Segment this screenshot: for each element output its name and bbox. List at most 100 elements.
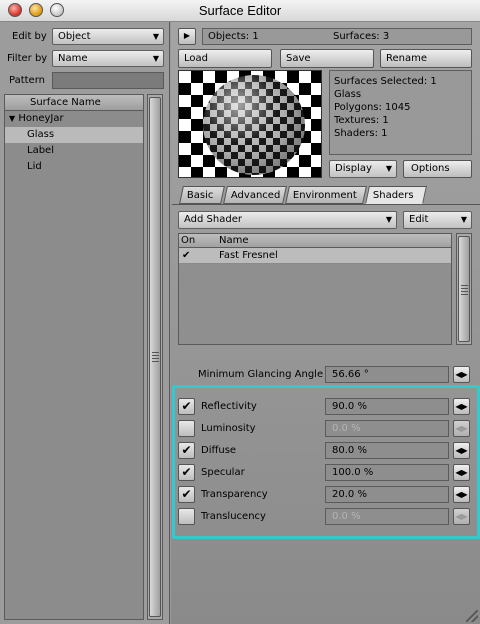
grip-line xyxy=(152,355,159,356)
load-button[interactable]: Load xyxy=(178,49,272,68)
grip-line xyxy=(152,352,159,353)
min-angle-stepper-icon[interactable]: ◀▶ xyxy=(453,366,470,383)
tree-root-honeyjar[interactable]: ▼ HoneyJar xyxy=(5,111,143,127)
left-panel: Edit by Object ▼ Filter by Name ▼ Patter… xyxy=(0,22,170,624)
tree-item-glass[interactable]: Glass xyxy=(5,127,143,143)
diffuse-stepper-icon[interactable]: ◀▶ xyxy=(453,442,470,459)
surface-tree[interactable]: Surface Name ▼ HoneyJar Glass Label Lid xyxy=(4,94,144,620)
surfaces-selected: Surfaces Selected: 1 xyxy=(334,76,437,87)
filter-by-dropdown[interactable]: Name ▼ xyxy=(52,50,164,67)
diffuse-checkbox[interactable]: ✔ xyxy=(178,442,195,459)
edit-dropdown[interactable]: Edit ▼ xyxy=(403,211,472,229)
luminosity-field: 0.0 % xyxy=(325,420,449,437)
chevron-down-icon: ▼ xyxy=(460,215,467,224)
texture-count: Textures: 1 xyxy=(334,115,389,126)
specular-field[interactable]: 100.0 % xyxy=(325,464,449,481)
edit-by-label: Edit by xyxy=(12,31,47,42)
shader-count: Shaders: 1 xyxy=(334,128,388,139)
column-name[interactable]: Name xyxy=(219,235,249,246)
reflectivity-checkbox[interactable]: ✔ xyxy=(178,398,195,415)
options-button[interactable]: Options xyxy=(403,160,472,178)
left-scrollbar-thumb[interactable] xyxy=(149,97,161,617)
specular-checkbox[interactable]: ✔ xyxy=(178,464,195,481)
transparency-checkbox[interactable]: ✔ xyxy=(178,486,195,503)
polygon-count: Polygons: 1045 xyxy=(334,102,411,113)
min-glancing-angle-field[interactable]: 56.66 ° xyxy=(325,366,449,383)
grip-line xyxy=(461,285,468,286)
reflectivity-label: Reflectivity xyxy=(201,401,257,412)
tab-shaders-label: Shaders xyxy=(372,190,414,201)
shader-enabled-check-icon[interactable]: ✔ xyxy=(182,250,190,261)
add-shader-label: Add Shader xyxy=(184,214,242,225)
disclosure-triangle-icon[interactable]: ▼ xyxy=(9,114,15,123)
luminosity-label: Luminosity xyxy=(201,423,256,434)
shader-list-scrollbar[interactable] xyxy=(456,233,472,345)
objects-count: Objects: 1 xyxy=(208,31,259,42)
shader-name: Fast Fresnel xyxy=(219,250,278,261)
tree-item-lid[interactable]: Lid xyxy=(5,159,143,175)
tab-environment-label: Environment xyxy=(292,190,357,201)
transparency-label: Transparency xyxy=(201,489,268,500)
tree-root-label: HoneyJar xyxy=(18,113,64,124)
chevron-down-icon: ▼ xyxy=(152,32,159,41)
grip-line xyxy=(461,291,468,292)
column-on[interactable]: On xyxy=(181,235,195,246)
min-glancing-angle-label: Minimum Glancing Angle xyxy=(198,369,324,380)
translucency-checkbox[interactable] xyxy=(178,508,195,525)
shader-list-header: On Name xyxy=(179,234,451,248)
object-summary: Objects: 1 Surfaces: 3 xyxy=(202,28,472,45)
luminosity-stepper-icon: ◀▶ xyxy=(453,420,470,437)
surfaces-count: Surfaces: 3 xyxy=(333,31,390,42)
chevron-down-icon: ▼ xyxy=(385,215,392,224)
diffuse-label: Diffuse xyxy=(201,445,237,456)
pattern-label: Pattern xyxy=(9,75,45,86)
grip-line xyxy=(461,288,468,289)
filter-by-value: Name xyxy=(58,53,88,64)
display-dropdown[interactable]: Display ▼ xyxy=(329,160,397,178)
shader-list[interactable]: On Name ✔ Fast Fresnel xyxy=(178,233,452,345)
save-button[interactable]: Save xyxy=(280,49,374,68)
translucency-field: 0.0 % xyxy=(325,508,449,525)
shader-row[interactable]: ✔ Fast Fresnel xyxy=(179,248,451,264)
add-shader-dropdown[interactable]: Add Shader ▼ xyxy=(178,211,397,229)
grip-line xyxy=(152,358,159,359)
diffuse-field[interactable]: 80.0 % xyxy=(325,442,449,459)
chevron-down-icon: ▼ xyxy=(152,54,159,63)
surface-info: Surfaces Selected: 1 Glass Polygons: 104… xyxy=(329,70,472,155)
title-bar: Surface Editor xyxy=(0,0,480,22)
translucency-label: Translucency xyxy=(201,511,266,522)
rename-button[interactable]: Rename xyxy=(380,49,472,68)
edit-by-dropdown[interactable]: Object ▼ xyxy=(52,28,164,45)
transparency-stepper-icon[interactable]: ◀▶ xyxy=(453,486,470,503)
edit-by-value: Object xyxy=(58,31,91,42)
left-scrollbar[interactable] xyxy=(147,94,163,620)
tab-advanced[interactable]: Advanced xyxy=(223,186,287,204)
pattern-input[interactable] xyxy=(52,72,164,89)
shader-list-scrollbar-thumb[interactable] xyxy=(458,236,470,342)
luminosity-checkbox[interactable] xyxy=(178,420,195,437)
window-title: Surface Editor xyxy=(198,3,282,18)
surface-name-header[interactable]: Surface Name xyxy=(5,95,143,111)
tab-basic-label: Basic xyxy=(186,190,214,201)
chevron-down-icon: ▼ xyxy=(385,164,392,173)
expand-arrow-button[interactable]: ▶ xyxy=(178,28,196,45)
specular-label: Specular xyxy=(201,467,245,478)
arrow-right-icon: ▶ xyxy=(183,31,191,40)
grip-line xyxy=(461,294,468,295)
reflectivity-field[interactable]: 90.0 % xyxy=(325,398,449,415)
specular-stepper-icon[interactable]: ◀▶ xyxy=(453,464,470,481)
display-label: Display xyxy=(335,163,372,174)
grip-line xyxy=(152,361,159,362)
tab-environment[interactable]: Environment xyxy=(285,186,367,204)
reflectivity-stepper-icon[interactable]: ◀▶ xyxy=(453,398,470,415)
resize-grip-icon[interactable] xyxy=(466,610,478,622)
preview-sphere xyxy=(203,75,305,175)
tab-shaders[interactable]: Shaders xyxy=(365,186,427,204)
tree-item-label[interactable]: Label xyxy=(5,143,143,159)
surface-preview[interactable] xyxy=(178,70,322,178)
edit-label: Edit xyxy=(409,214,429,225)
tab-basic[interactable]: Basic xyxy=(179,186,225,204)
tab-divider xyxy=(172,204,480,205)
filter-by-label: Filter by xyxy=(7,53,48,64)
transparency-field[interactable]: 20.0 % xyxy=(325,486,449,503)
